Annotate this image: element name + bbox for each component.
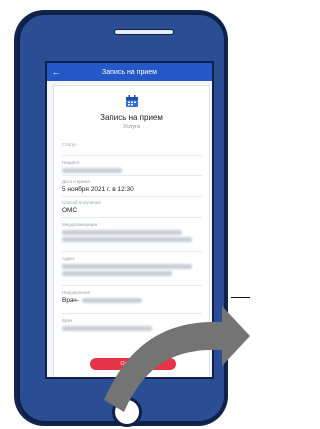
field-value: ОМС — [62, 207, 78, 214]
field-status: Статус — [62, 142, 202, 156]
redacted-value — [62, 271, 172, 276]
phone-screen: ← Запись на прием Запись на прием Услуга — [45, 61, 214, 379]
field-label: Статус — [62, 142, 77, 147]
home-button[interactable] — [112, 397, 142, 427]
card-subtitle: Услуга — [123, 124, 140, 130]
field-payment: Способ получения ОМС — [62, 200, 202, 218]
phone-body: ← Запись на прием Запись на прием Услуга — [17, 12, 227, 427]
header-title: Запись на прием — [102, 68, 157, 76]
field-doctor: Врач — [62, 318, 202, 338]
redacted-value — [81, 298, 142, 303]
field-value: 5 ноября 2021 г. в 12:30 — [62, 186, 134, 193]
redacted-value — [62, 326, 152, 331]
redacted-value — [62, 237, 192, 242]
field-label: Врач — [62, 318, 73, 323]
field-address: Адрес — [62, 256, 202, 286]
field-organization: Медорганизация — [62, 222, 202, 252]
appointment-card: Запись на прием Услуга Статус Пациент Да… — [53, 85, 210, 377]
pointer-line — [231, 297, 250, 298]
field-datetime: Дата и время 5 ноября 2021 г. в 12:30 — [62, 179, 202, 197]
calendar-icon — [126, 95, 138, 107]
cancel-button[interactable]: Отменить — [90, 358, 176, 370]
field-referral: Направление Врач- — [62, 290, 202, 314]
arrow-left-icon[interactable]: ← — [47, 63, 65, 81]
redacted-value — [62, 168, 122, 173]
field-label: Пациент — [62, 160, 80, 165]
field-label: Адрес — [62, 256, 75, 261]
field-value: Врач- — [62, 297, 79, 304]
phone-frame-shadow: ← Запись на прием Запись на прием Услуга — [14, 10, 228, 427]
card-title: Запись на прием — [100, 113, 163, 122]
redacted-value — [62, 264, 192, 269]
field-patient: Пациент — [62, 160, 202, 176]
app-header: ← Запись на прием — [47, 63, 212, 81]
redacted-value — [62, 230, 182, 235]
field-label: Медорганизация — [62, 222, 97, 227]
phone-speaker — [114, 29, 174, 35]
